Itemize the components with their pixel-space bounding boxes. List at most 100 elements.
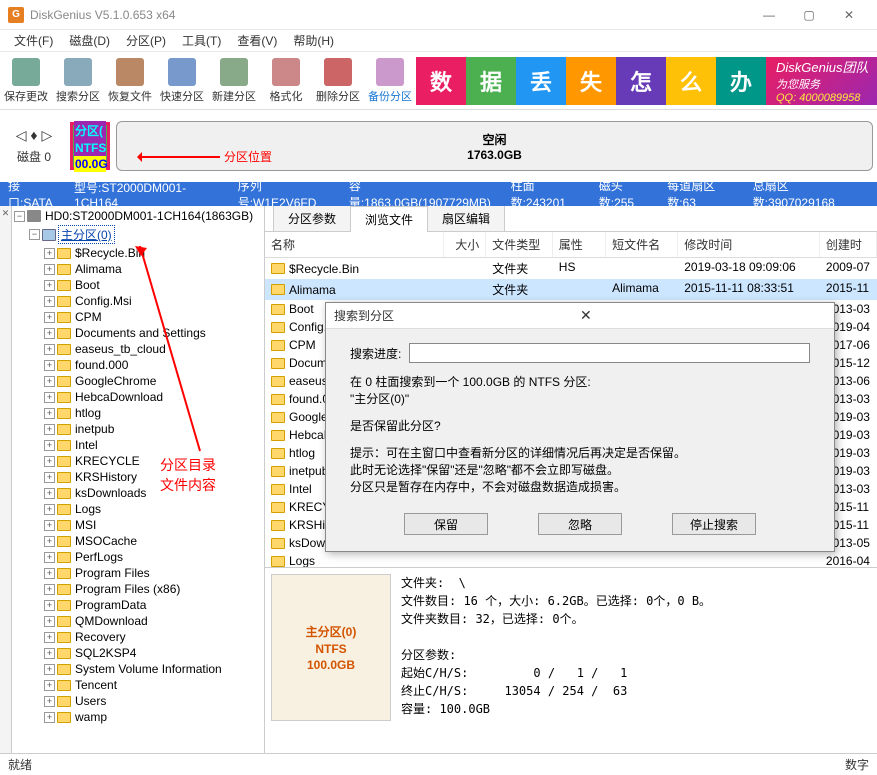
directory-tree[interactable]: −HD0:ST2000DM001-1CH164(1863GB)−主分区(0)+$… [12, 206, 264, 753]
tree-node[interactable]: +CPM [14, 309, 262, 325]
tab[interactable]: 分区参数 [273, 206, 351, 231]
tree-node[interactable]: +System Volume Information [14, 661, 262, 677]
expand-icon[interactable]: + [44, 680, 55, 691]
expand-icon[interactable]: + [44, 616, 55, 627]
tree-node[interactable]: +found.000 [14, 357, 262, 373]
toolbar-button[interactable]: 快速分区 [156, 53, 208, 109]
tree-node[interactable]: +KRSHistory [14, 469, 262, 485]
expand-icon[interactable]: + [44, 328, 55, 339]
tree-node[interactable]: +Config.Msi [14, 293, 262, 309]
tree-node[interactable]: +$Recycle.Bin [14, 245, 262, 261]
toolbar-button[interactable]: 备份分区 [364, 53, 416, 109]
expand-icon[interactable]: + [44, 600, 55, 611]
expand-icon[interactable]: + [44, 712, 55, 723]
expand-icon[interactable]: + [44, 424, 55, 435]
tree-node[interactable]: +Recovery [14, 629, 262, 645]
tree-node[interactable]: +KRECYCLE [14, 453, 262, 469]
tree-node[interactable]: +Logs [14, 501, 262, 517]
tree-node[interactable]: +SQL2KSP4 [14, 645, 262, 661]
tree-node[interactable]: +htlog [14, 405, 262, 421]
tree-node[interactable]: −主分区(0) [14, 224, 262, 245]
toolbar-button[interactable]: 保存更改 [0, 53, 52, 109]
tree-node[interactable]: +ksDownloads [14, 485, 262, 501]
tree-node[interactable]: +QMDownload [14, 613, 262, 629]
expand-icon[interactable]: − [29, 229, 40, 240]
expand-icon[interactable]: + [44, 248, 55, 259]
expand-icon[interactable]: + [44, 280, 55, 291]
expand-icon[interactable]: + [44, 632, 55, 643]
column-header[interactable]: 修改时间 [678, 232, 820, 257]
dialog-close-icon[interactable]: ✕ [580, 307, 826, 324]
expand-icon[interactable]: + [44, 504, 55, 515]
expand-icon[interactable]: + [44, 536, 55, 547]
file-list[interactable]: 名称大小文件类型属性短文件名修改时间创建时 $Recycle.Bin文件夹HS2… [265, 232, 877, 567]
expand-icon[interactable]: + [44, 552, 55, 563]
tree-node[interactable]: +MSOCache [14, 533, 262, 549]
tab[interactable]: 扇区编辑 [427, 206, 505, 231]
expand-icon[interactable]: + [44, 392, 55, 403]
toolbar-button[interactable]: 搜索分区 [52, 53, 104, 109]
expand-icon[interactable]: + [44, 296, 55, 307]
file-row[interactable]: Alimama文件夹Alimama2015-11-11 08:33:512015… [265, 279, 877, 300]
tree-node[interactable]: +Users [14, 693, 262, 709]
expand-icon[interactable]: + [44, 664, 55, 675]
partition-box[interactable]: 分区( NTFS 00.0G [70, 122, 110, 170]
nav-arrows[interactable]: ◁ ♦ ▷ [16, 127, 52, 144]
expand-icon[interactable]: + [44, 568, 55, 579]
expand-icon[interactable]: + [44, 584, 55, 595]
expand-icon[interactable]: + [44, 648, 55, 659]
expand-icon[interactable]: − [14, 211, 25, 222]
tree-node[interactable]: +GoogleChrome [14, 373, 262, 389]
menu-item[interactable]: 帮助(H) [285, 30, 342, 51]
close-button[interactable]: ✕ [829, 1, 869, 29]
expand-icon[interactable]: + [44, 408, 55, 419]
expand-icon[interactable]: + [44, 360, 55, 371]
tree-node[interactable]: +Program Files (x86) [14, 581, 262, 597]
expand-icon[interactable]: + [44, 520, 55, 531]
tree-node[interactable]: +Intel [14, 437, 262, 453]
expand-icon[interactable]: + [44, 344, 55, 355]
tree-node[interactable]: +Boot [14, 277, 262, 293]
menu-item[interactable]: 查看(V) [229, 30, 285, 51]
tree-node[interactable]: +Documents and Settings [14, 325, 262, 341]
menu-item[interactable]: 磁盘(D) [61, 30, 118, 51]
expand-icon[interactable]: + [44, 264, 55, 275]
expand-icon[interactable]: + [44, 456, 55, 467]
toolbar-button[interactable]: 删除分区 [312, 53, 364, 109]
expand-icon[interactable]: + [44, 376, 55, 387]
tree-node[interactable]: +HebcaDownload [14, 389, 262, 405]
menu-item[interactable]: 分区(P) [118, 30, 174, 51]
expand-icon[interactable]: + [44, 312, 55, 323]
maximize-button[interactable]: ▢ [789, 1, 829, 29]
expand-icon[interactable]: + [44, 440, 55, 451]
file-row[interactable]: Logs2016-04 [265, 552, 877, 567]
expand-icon[interactable]: + [44, 488, 55, 499]
expand-icon[interactable]: + [44, 696, 55, 707]
column-header[interactable]: 文件类型 [486, 232, 553, 257]
menu-item[interactable]: 工具(T) [174, 30, 229, 51]
tree-node[interactable]: +ProgramData [14, 597, 262, 613]
tree-node[interactable]: +wamp [14, 709, 262, 725]
tree-node[interactable]: +inetpub [14, 421, 262, 437]
column-header[interactable]: 创建时 [820, 232, 877, 257]
column-header[interactable]: 属性 [553, 232, 606, 257]
keep-button[interactable]: 保留 [404, 513, 488, 535]
expand-icon[interactable]: + [44, 472, 55, 483]
column-header[interactable]: 大小 [444, 232, 486, 257]
tree-node[interactable]: +easeus_tb_cloud [14, 341, 262, 357]
tree-node[interactable]: +PerfLogs [14, 549, 262, 565]
stop-search-button[interactable]: 停止搜索 [672, 513, 756, 535]
menu-item[interactable]: 文件(F) [6, 30, 61, 51]
toolbar-button[interactable]: 格式化 [260, 53, 312, 109]
tree-node[interactable]: +Program Files [14, 565, 262, 581]
panel-close-icon[interactable]: ✕ [0, 206, 12, 753]
tree-node[interactable]: −HD0:ST2000DM001-1CH164(1863GB) [14, 208, 262, 224]
column-header[interactable]: 名称 [265, 232, 444, 257]
tree-node[interactable]: +MSI [14, 517, 262, 533]
skip-button[interactable]: 忽略 [538, 513, 622, 535]
tab[interactable]: 浏览文件 [350, 206, 428, 232]
tree-node[interactable]: +Tencent [14, 677, 262, 693]
minimize-button[interactable]: ― [749, 1, 789, 29]
toolbar-button[interactable]: 恢复文件 [104, 53, 156, 109]
column-header[interactable]: 短文件名 [606, 232, 678, 257]
